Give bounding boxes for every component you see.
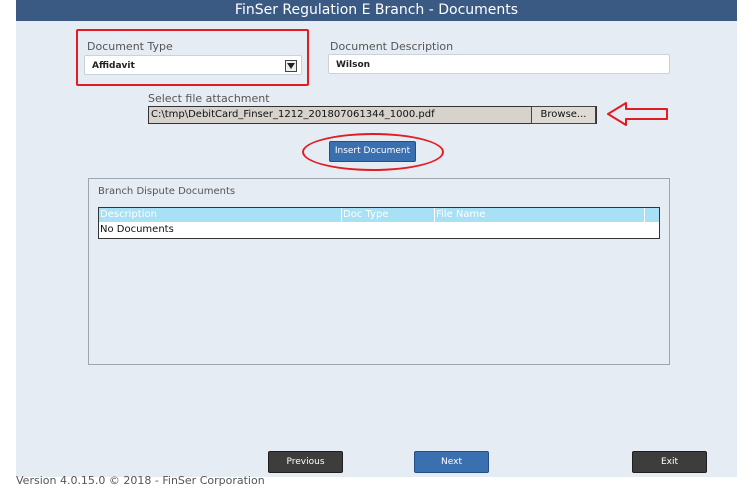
annotation-highlight-box	[76, 29, 309, 86]
documents-group: Branch Dispute Documents Description Doc…	[88, 178, 670, 365]
document-description-label: Document Description	[330, 40, 454, 53]
file-path-value: C:\tmp\DebitCard_Finser_1212_20180706134…	[151, 109, 435, 120]
annotation-arrow-icon	[607, 102, 668, 126]
column-header-file-name[interactable]: File Name	[435, 208, 485, 222]
documents-table[interactable]: Description Doc Type File Name No Docume…	[98, 207, 660, 239]
browse-button[interactable]: Browse...	[531, 106, 596, 124]
window-title: FinSer Regulation E Branch - Documents	[16, 0, 737, 21]
version-footer: Version 4.0.15.0 © 2018 - FinSer Corpora…	[16, 474, 265, 487]
previous-button[interactable]: Previous	[268, 451, 343, 473]
annotation-highlight-ellipse	[302, 133, 444, 171]
table-header-scroll-spacer	[644, 208, 659, 222]
document-description-input[interactable]: Wilson	[328, 54, 670, 74]
documents-group-title: Branch Dispute Documents	[98, 186, 236, 197]
table-header: Description Doc Type File Name	[99, 208, 645, 222]
exit-button[interactable]: Exit	[632, 451, 707, 473]
column-header-doc-type[interactable]: Doc Type	[342, 208, 388, 222]
file-attachment-label: Select file attachment	[148, 92, 270, 105]
file-path-input[interactable]: C:\tmp\DebitCard_Finser_1212_20180706134…	[148, 106, 597, 124]
column-header-description[interactable]: Description	[99, 208, 157, 222]
table-empty-message: No Documents	[100, 224, 174, 235]
next-button[interactable]: Next	[414, 451, 489, 473]
